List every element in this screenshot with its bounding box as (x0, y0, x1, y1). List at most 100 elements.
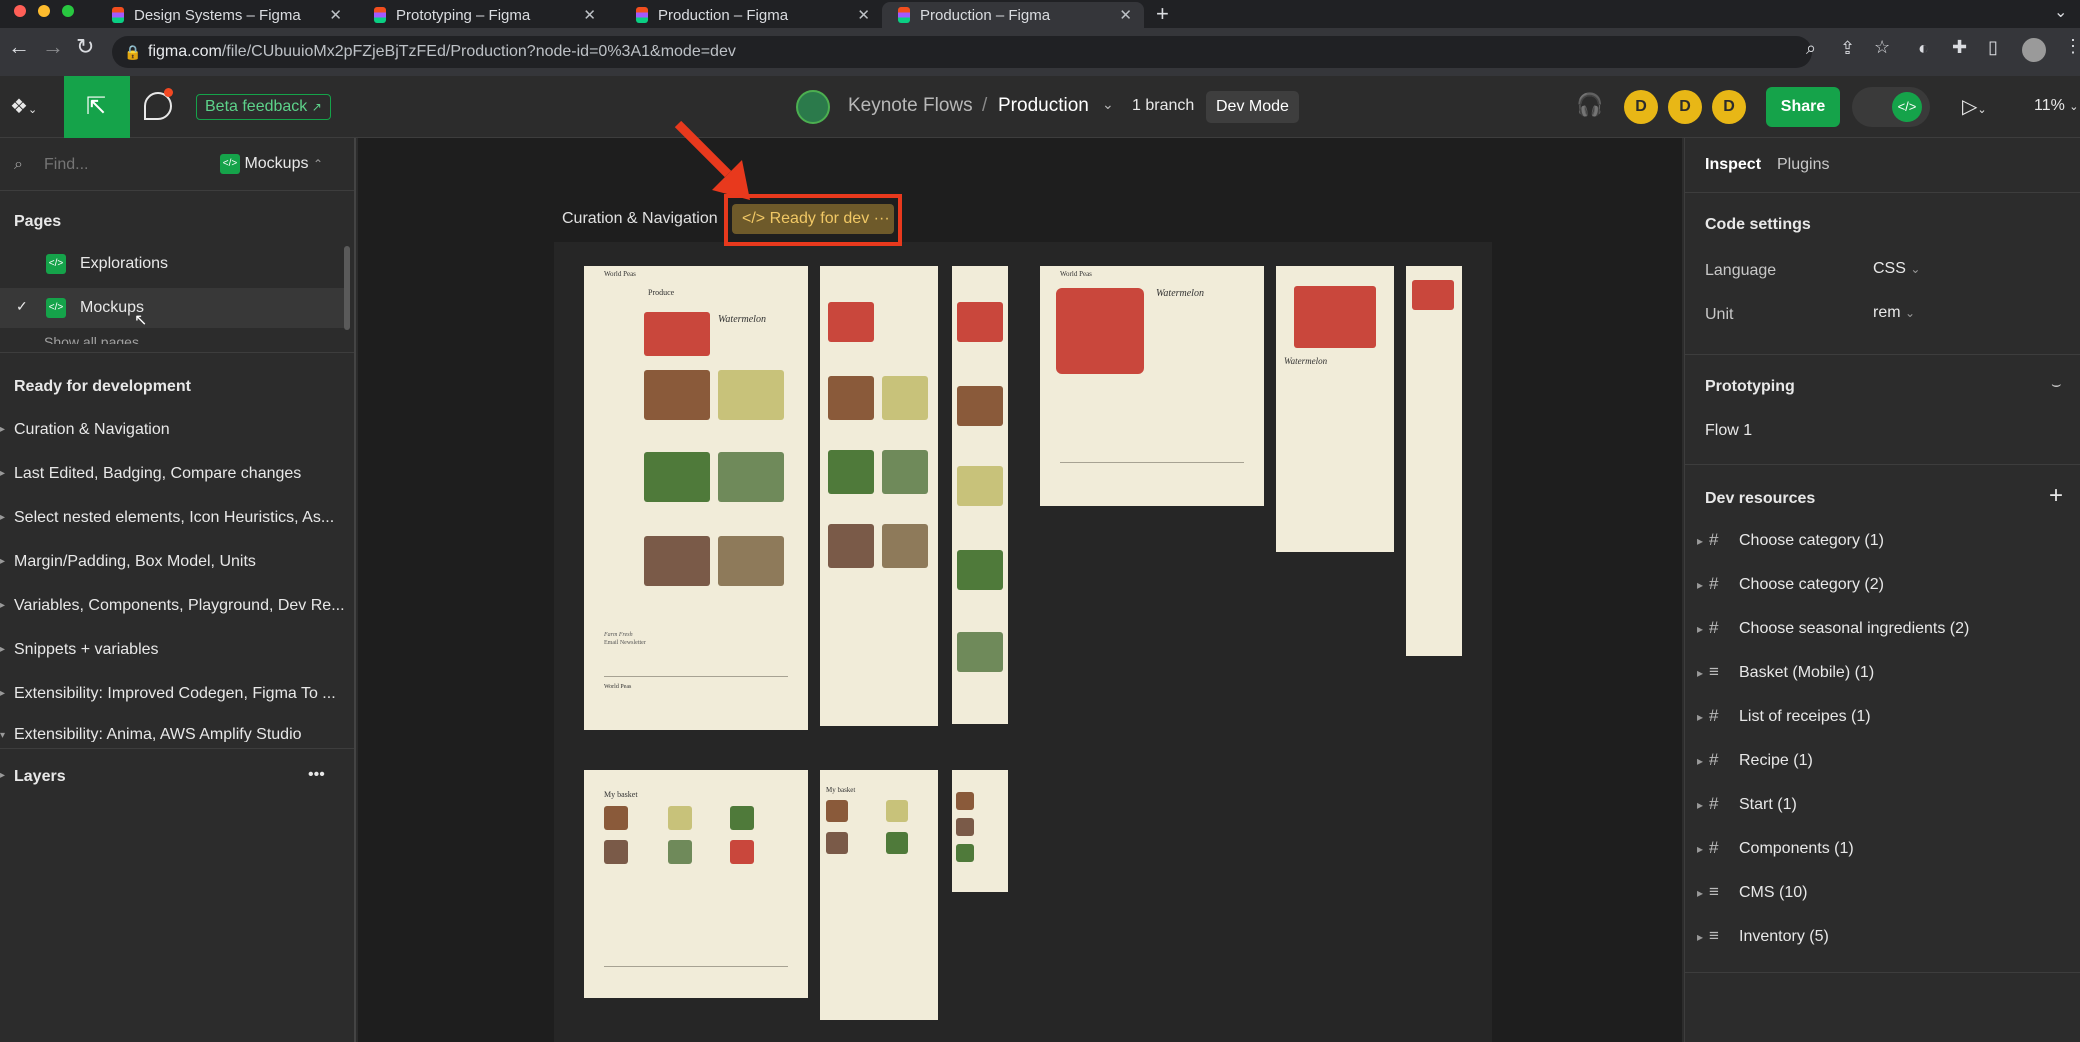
badge-more-icon[interactable]: ··· (874, 210, 890, 227)
hide-eye-icon[interactable]: ⌣ (2051, 376, 2062, 394)
caret-right-icon: ▸ (1697, 666, 1704, 680)
browser-tab-active[interactable]: Production – Figma ✕ (882, 2, 1144, 28)
caret-right-icon: ▸ (0, 424, 6, 435)
ready-item[interactable]: ▸ Last Edited, Badging, Compare changes (0, 456, 354, 490)
mockup-frame-recipe-tablet[interactable]: Watermelon (1276, 266, 1394, 552)
more-options-icon[interactable]: ••• (308, 766, 325, 784)
resource-item[interactable]: ▸ # List of receipes (1) (1685, 698, 2080, 738)
design-canvas[interactable]: Curation & Navigation </> Ready for dev … (358, 120, 1682, 1042)
resource-item[interactable]: ▸ # Components (1) (1685, 830, 2080, 870)
browser-menu-icon[interactable]: ⋮ (2064, 36, 2080, 57)
project-name[interactable]: Keynote Flows (848, 95, 973, 117)
resource-item[interactable]: ▸ ≡ Basket (Mobile) (1) (1685, 654, 2080, 694)
tab-plugins[interactable]: Plugins (1777, 156, 1829, 174)
close-window-icon[interactable] (14, 5, 26, 17)
page-item-mockups[interactable]: ✓ </> Mockups ↖ (0, 288, 346, 329)
ready-item[interactable]: ▾ Extensibility: Anima, AWS Amplify Studi… (0, 720, 354, 742)
pages-scrollbar[interactable] (344, 246, 350, 330)
resource-item[interactable]: ▸ # Choose category (2) (1685, 566, 2080, 606)
profile-avatar[interactable] (2022, 38, 2046, 62)
resource-item[interactable]: ▸ # Start (1) (1685, 786, 2080, 826)
file-menu-chevron-icon[interactable]: ⌄ (1102, 96, 1114, 113)
ready-item[interactable]: ▸ Margin/Padding, Box Model, Units (0, 544, 354, 578)
ready-item[interactable]: ▸ Select nested elements, Icon Heuristics… (0, 500, 354, 534)
sidebar-toggle-icon[interactable]: ▯ (1988, 37, 1998, 58)
mockup-frame-basket-tablet[interactable]: My basket (820, 770, 938, 1020)
unit-select[interactable]: rem ⌄ (1873, 304, 1915, 322)
browser-tab[interactable]: Production – Figma ✕ (620, 2, 882, 28)
layers-section-header[interactable]: ▸ Layers ••• (0, 760, 354, 794)
zoom-level[interactable]: 11% ⌄ (2034, 97, 2079, 115)
add-resource-icon[interactable]: + (2049, 482, 2063, 510)
dev-mode-badge[interactable]: Dev Mode (1206, 91, 1299, 123)
section-label[interactable]: Curation & Navigation (562, 210, 718, 228)
resource-item[interactable]: ▸ # Choose seasonal ingredients (2) (1685, 610, 2080, 650)
resource-item[interactable]: ▸ ≡ Inventory (5) (1685, 918, 2080, 958)
maximize-window-icon[interactable] (62, 5, 74, 17)
new-tab-icon[interactable]: + (1156, 1, 1169, 27)
resource-item[interactable]: ▸ # Choose category (1) (1685, 522, 2080, 562)
close-tab-icon[interactable]: ✕ (1119, 6, 1132, 24)
ready-for-dev-badge[interactable]: </> Ready for dev ··· (732, 204, 894, 234)
mockup-frame-recipe-mobile[interactable] (1406, 266, 1462, 656)
share-button[interactable]: Share (1766, 87, 1840, 127)
figma-menu-icon[interactable]: ❖⌄ (10, 94, 37, 119)
ready-item[interactable]: ▸ Variables, Components, Playground, Dev … (0, 588, 354, 622)
extension-icon[interactable]: ◐ (1918, 38, 1929, 59)
collaborator-avatar[interactable]: D (1624, 90, 1658, 124)
browser-tab[interactable]: Design Systems – Figma ✕ (96, 2, 354, 28)
collaborator-avatar[interactable]: D (1668, 90, 1702, 124)
zoom-lens-icon[interactable]: ⌕ (1806, 38, 1816, 59)
close-tab-icon[interactable]: ✕ (857, 6, 870, 24)
figma-favicon-icon (636, 7, 648, 23)
close-tab-icon[interactable]: ✕ (583, 6, 596, 24)
back-icon[interactable]: ← (8, 34, 30, 60)
divider (0, 352, 354, 353)
ready-item[interactable]: ▸ Snippets + variables (0, 632, 354, 666)
tab-inspect[interactable]: Inspect (1705, 156, 1761, 174)
url-field[interactable]: 🔒 figma.com/file/CUbuuioMx2pFZjeBjTzFEd/… (112, 36, 1812, 68)
mockup-frame-basket-mobile[interactable] (952, 770, 1008, 892)
dev-mode-toggle[interactable]: </> (1852, 87, 1930, 127)
ready-item[interactable]: ▸ Extensibility: Improved Codegen, Figma … (0, 676, 354, 710)
branch-count[interactable]: 1 branch (1132, 97, 1194, 115)
flow-item[interactable]: Flow 1 (1705, 422, 1752, 440)
ready-item[interactable]: ▸ Curation & Navigation (0, 412, 354, 446)
share-page-icon[interactable]: ⇪ (1840, 38, 1855, 59)
ready-item-label: Select nested elements, Icon Heuristics,… (14, 509, 335, 526)
present-play-icon[interactable]: ▷⌄ (1962, 94, 1987, 119)
divider (1685, 354, 2080, 355)
audio-headphones-icon[interactable]: 🎧 (1576, 92, 1603, 118)
file-name[interactable]: Production (998, 95, 1089, 117)
resource-item[interactable]: ▸ ≡ CMS (10) (1685, 874, 2080, 914)
watermelon-image (1056, 288, 1144, 374)
beta-feedback-button[interactable]: Beta feedback ↗ (196, 94, 331, 120)
page-label: Explorations (80, 255, 169, 272)
page-item-explorations[interactable]: </> Explorations (0, 244, 346, 284)
mockup-frame-desktop[interactable]: World Peas Produce Watermelon Farm Fresh… (584, 266, 808, 730)
minimize-window-icon[interactable] (38, 5, 50, 17)
puzzle-extensions-icon[interactable]: ✚ (1952, 37, 1967, 58)
mockup-frame-basket-desktop[interactable]: My basket (584, 770, 808, 998)
browser-tab[interactable]: Prototyping – Figma ✕ (358, 2, 608, 28)
ready-item-label: Extensibility: Improved Codegen, Figma T… (14, 685, 336, 702)
language-select[interactable]: CSS ⌄ (1873, 260, 1920, 278)
reload-icon[interactable]: ↻ (76, 34, 94, 60)
show-all-pages-link[interactable]: Show all pages (44, 334, 244, 344)
checkmark-icon: ✓ (16, 298, 28, 314)
resource-item[interactable]: ▸ # Recipe (1) (1685, 742, 2080, 782)
close-tab-icon[interactable]: ✕ (329, 6, 342, 24)
collaborator-avatar[interactable]: D (1712, 90, 1746, 124)
forward-icon[interactable]: → (42, 34, 64, 60)
code-page-icon: </> (46, 254, 66, 274)
move-tool-button[interactable]: ⇱ (64, 76, 130, 138)
mockup-frame-tablet[interactable] (820, 266, 938, 726)
produce-image (718, 370, 784, 420)
produce-image (882, 450, 928, 494)
find-input[interactable] (44, 152, 204, 178)
mockup-frame-mobile[interactable] (952, 266, 1008, 724)
page-picker[interactable]: </> Mockups ⌃ (220, 154, 323, 174)
mockup-frame-recipe-desktop[interactable]: World Peas Watermelon (1040, 266, 1264, 506)
bookmark-star-icon[interactable]: ☆ (1874, 37, 1890, 58)
tab-search-chevron-icon[interactable]: ⌄ (2054, 2, 2067, 22)
